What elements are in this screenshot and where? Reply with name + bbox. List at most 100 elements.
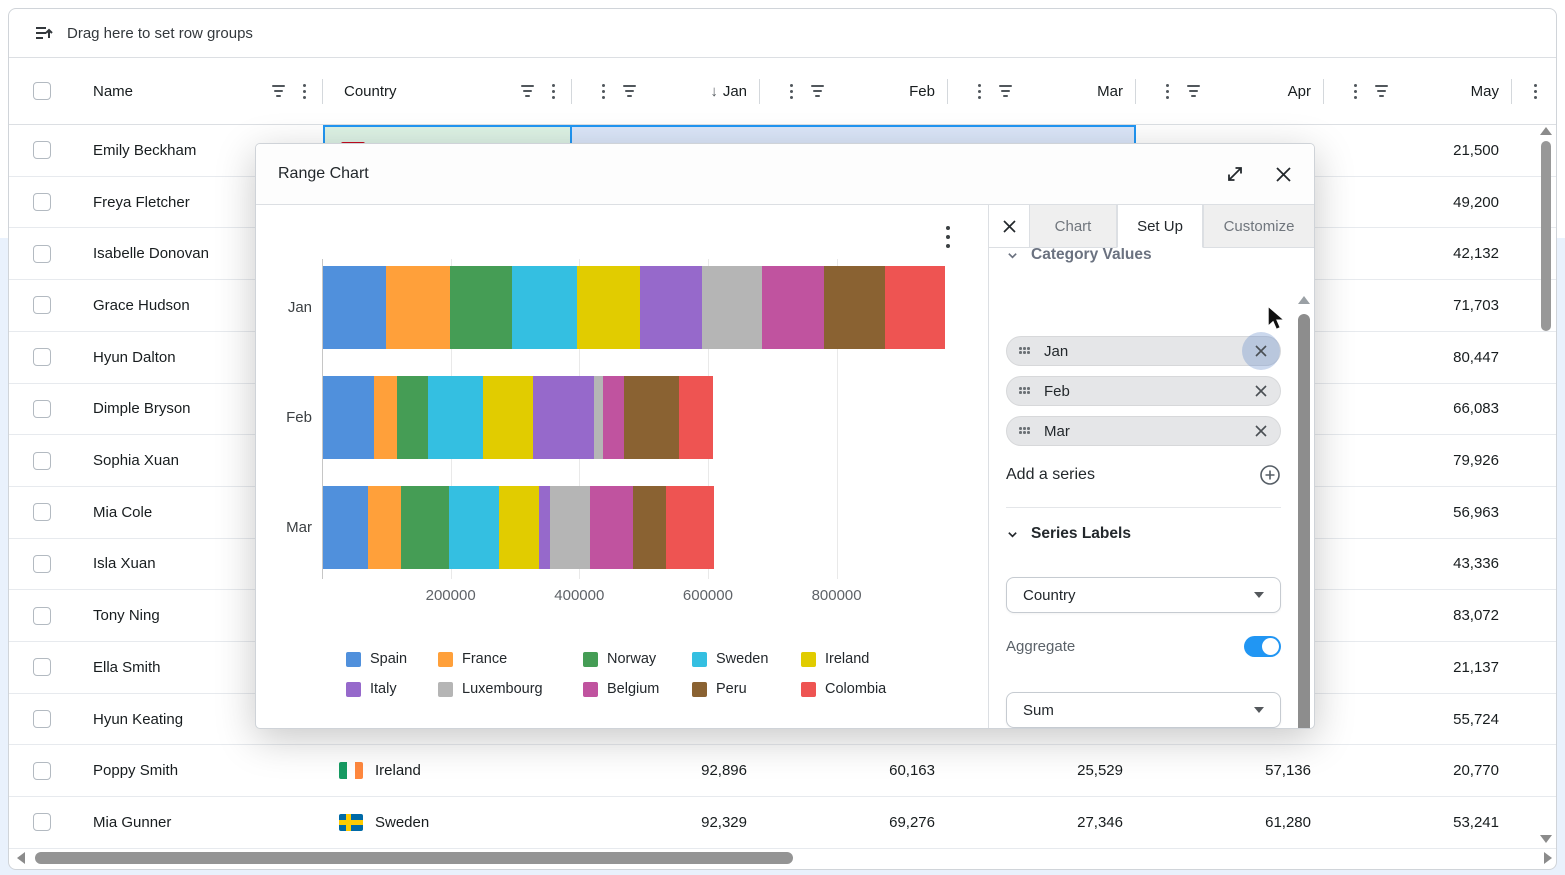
bar-segment-colombia[interactable] — [679, 376, 714, 459]
value-cell[interactable]: 80,447 — [1324, 332, 1512, 383]
bar-segment-norway[interactable] — [450, 266, 512, 349]
value-cell[interactable]: 49,200 — [1324, 177, 1512, 228]
column-header-feb[interactable]: Feb — [760, 58, 948, 124]
series-labels-section-header[interactable]: Series Labels — [1007, 525, 1131, 543]
bar-segment-belgium[interactable] — [590, 486, 633, 569]
bar-segment-italy[interactable] — [640, 266, 701, 349]
vertical-scroll-thumb[interactable] — [1541, 141, 1551, 331]
scroll-right-arrow[interactable] — [1544, 852, 1552, 864]
row-checkbox[interactable] — [33, 400, 51, 418]
column-header-apr[interactable]: Apr — [1136, 58, 1324, 124]
value-cell[interactable]: 21,500 — [1324, 125, 1512, 176]
close-icon[interactable] — [1275, 166, 1292, 183]
aggregate-func-select[interactable]: Sum — [1006, 692, 1281, 728]
legend-item[interactable]: Sweden — [692, 651, 768, 667]
row-checkbox[interactable] — [33, 296, 51, 314]
value-cell[interactable]: 92,329 — [572, 797, 760, 848]
legend-item[interactable]: Colombia — [801, 681, 886, 697]
filter-icon[interactable] — [811, 85, 824, 97]
row-group-drop-zone[interactable]: Drag here to set row groups — [9, 9, 1556, 58]
value-cell[interactable]: 83,072 — [1324, 590, 1512, 641]
bar-segment-sweden[interactable] — [512, 266, 577, 349]
bar-segment-belgium[interactable] — [762, 266, 824, 349]
table-row[interactable]: Mia GunnerSweden92,32969,27627,34661,280… — [9, 797, 1556, 849]
value-cell[interactable]: 55,724 — [1324, 694, 1512, 745]
column-menu-icon[interactable] — [1354, 84, 1357, 99]
row-checkbox[interactable] — [33, 555, 51, 573]
select-all-checkbox[interactable] — [33, 82, 51, 100]
bar-segment-peru[interactable] — [824, 266, 885, 349]
legend-item[interactable]: Norway — [583, 651, 656, 667]
bar-segment-norway[interactable] — [401, 486, 449, 569]
legend-item[interactable]: Peru — [692, 681, 747, 697]
row-checkbox[interactable] — [33, 503, 51, 521]
stacked-bar-feb[interactable] — [323, 376, 713, 459]
bar-segment-ireland[interactable] — [483, 376, 533, 459]
row-checkbox[interactable] — [33, 452, 51, 470]
column-header-jan[interactable]: ↓ Jan — [572, 58, 760, 124]
column-menu-icon[interactable] — [978, 84, 981, 99]
maximize-icon[interactable] — [1225, 164, 1245, 184]
value-cell[interactable]: 69,276 — [760, 797, 948, 848]
bar-segment-france[interactable] — [368, 486, 402, 569]
bar-segment-belgium[interactable] — [603, 376, 624, 459]
filter-icon[interactable] — [623, 85, 636, 97]
value-cell[interactable]: 66,083 — [1324, 384, 1512, 435]
column-header-may[interactable]: May — [1324, 58, 1512, 124]
legend-item[interactable]: Ireland — [801, 651, 869, 667]
value-cell[interactable]: 79,926 — [1324, 435, 1512, 486]
table-row[interactable]: Poppy SmithIreland92,89660,16325,52957,1… — [9, 745, 1556, 797]
column-menu-icon[interactable] — [303, 84, 306, 99]
tab-customize[interactable]: Customize — [1203, 205, 1314, 247]
country-cell[interactable]: Sweden — [323, 797, 572, 848]
scroll-left-arrow[interactable] — [17, 852, 25, 864]
plus-circle-icon[interactable] — [1259, 464, 1281, 486]
bar-segment-peru[interactable] — [633, 486, 666, 569]
panel-scroll-up-arrow[interactable] — [1298, 296, 1310, 304]
legend-item[interactable]: Spain — [346, 651, 407, 667]
drag-handle-icon[interactable] — [1019, 427, 1031, 435]
value-cell[interactable]: 61,280 — [1136, 797, 1324, 848]
filter-icon[interactable] — [272, 85, 285, 97]
scroll-down-arrow[interactable] — [1540, 835, 1552, 843]
country-cell[interactable]: Ireland — [323, 745, 572, 796]
bar-segment-spain[interactable] — [323, 266, 386, 349]
value-cell[interactable]: 53,241 — [1324, 797, 1512, 848]
filter-icon[interactable] — [1375, 85, 1388, 97]
horizontal-scroll-thumb[interactable] — [35, 852, 793, 864]
column-menu-icon[interactable] — [552, 84, 555, 99]
value-cell[interactable]: 43,336 — [1324, 539, 1512, 590]
column-menu-icon[interactable] — [602, 84, 605, 99]
column-menu-icon[interactable] — [790, 84, 793, 99]
add-series-button[interactable]: Add a series — [1006, 464, 1281, 486]
legend-item[interactable]: Belgium — [583, 681, 659, 697]
value-cell[interactable]: 71,703 — [1324, 280, 1512, 331]
column-header-mar[interactable]: Mar — [948, 58, 1136, 124]
filter-icon[interactable] — [1187, 85, 1200, 97]
horizontal-scrollbar[interactable] — [11, 849, 1536, 867]
bar-segment-colombia[interactable] — [666, 486, 714, 569]
drag-handle-icon[interactable] — [1019, 347, 1031, 355]
row-checkbox[interactable] — [33, 762, 51, 780]
bar-segment-italy[interactable] — [539, 486, 550, 569]
column-header-country[interactable]: Country — [323, 58, 572, 124]
chart-menu-icon[interactable] — [942, 222, 954, 252]
legend-item[interactable]: Luxembourg — [438, 681, 543, 697]
category-chip-feb[interactable]: Feb — [1006, 376, 1281, 406]
bar-segment-luxembourg[interactable] — [702, 266, 763, 349]
bar-segment-ireland[interactable] — [577, 266, 640, 349]
bar-segment-spain[interactable] — [323, 376, 374, 459]
value-cell[interactable]: 20,770 — [1324, 745, 1512, 796]
column-header-next[interactable] — [1512, 58, 1556, 124]
row-checkbox[interactable] — [33, 813, 51, 831]
filter-icon[interactable] — [521, 85, 534, 97]
category-chip-jan[interactable]: Jan — [1006, 336, 1281, 366]
stacked-bar-jan[interactable] — [323, 266, 945, 349]
series-label-select[interactable]: Country — [1006, 577, 1281, 613]
bar-segment-france[interactable] — [374, 376, 396, 459]
value-cell[interactable]: 60,163 — [760, 745, 948, 796]
bar-segment-peru[interactable] — [624, 376, 679, 459]
dialog-title-bar[interactable]: Range Chart — [256, 144, 1314, 205]
column-menu-icon[interactable] — [1166, 84, 1169, 99]
drag-handle-icon[interactable] — [1019, 387, 1031, 395]
